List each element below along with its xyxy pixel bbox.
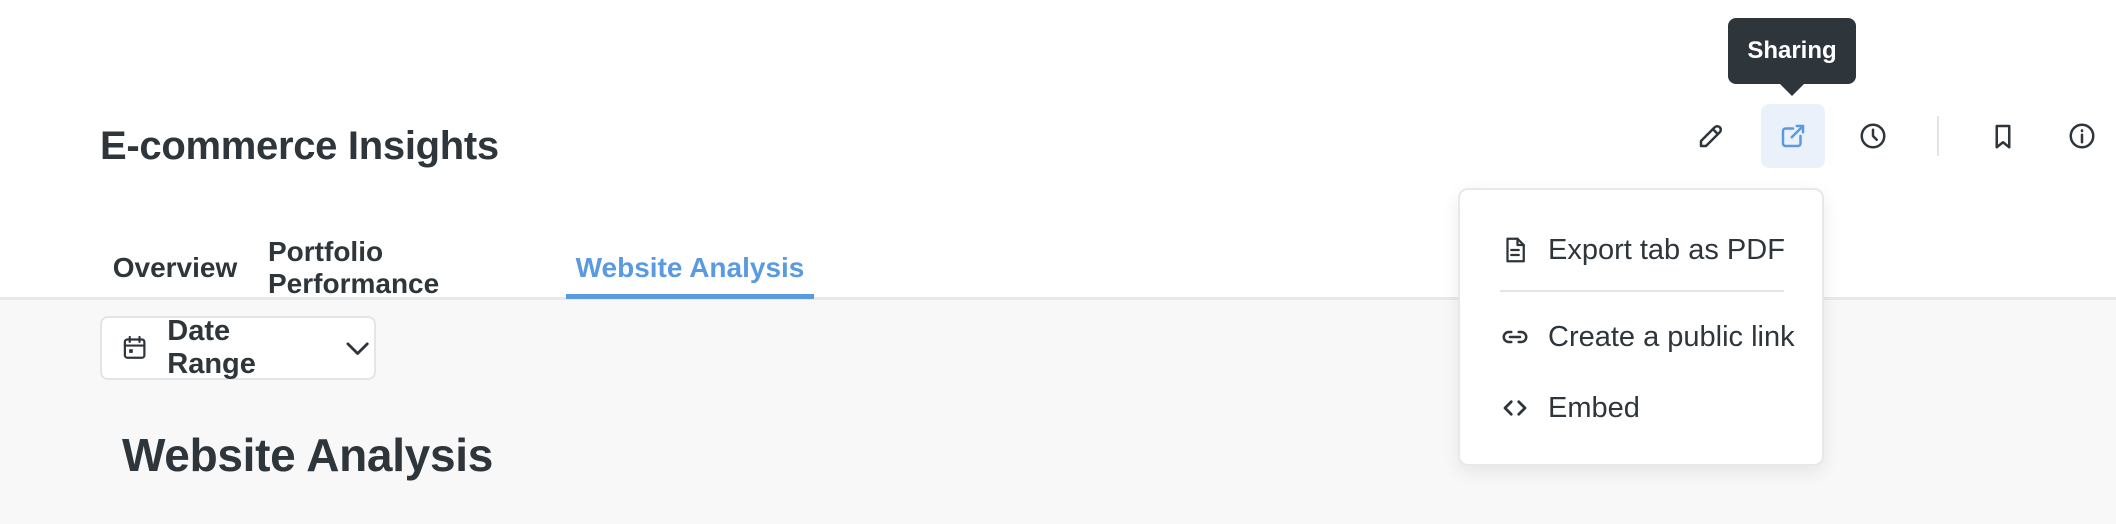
sharing-tooltip: Sharing [1728, 18, 1856, 84]
dashboard-title: E-commerce Insights [100, 124, 499, 168]
date-range-label: Date Range [167, 315, 256, 380]
share-icon [1781, 124, 1805, 148]
link-icon [1502, 330, 1528, 344]
section-title: Website Analysis [122, 429, 494, 481]
chevron-down-icon [346, 342, 369, 355]
share-button[interactable] [1761, 104, 1825, 168]
history-button[interactable] [1841, 104, 1905, 168]
export-pdf-label: Export tab as PDF [1548, 233, 1785, 266]
edit-button[interactable] [1679, 104, 1743, 168]
tab-portfolio-performance[interactable]: Portfolio Performance [268, 236, 552, 300]
public-link-label: Create a public link [1548, 320, 1795, 353]
tab-website-analysis[interactable]: Website Analysis [566, 236, 814, 300]
pencil-icon [1699, 124, 1723, 148]
code-icon [1503, 400, 1527, 416]
embed-label: Embed [1548, 391, 1640, 424]
document-icon [1506, 237, 1525, 263]
bookmark-icon [1995, 124, 2011, 149]
info-icon [2069, 123, 2095, 149]
date-range-filter[interactable]: Date Range [100, 315, 376, 380]
public-link-menu-item[interactable]: Create a public link [1500, 312, 1795, 362]
active-tab-indicator [566, 294, 814, 299]
menu-divider [1500, 290, 1784, 292]
tab-overview[interactable]: Overview [106, 236, 244, 300]
calendar-icon [123, 335, 146, 359]
bookmark-button[interactable] [1971, 104, 2035, 168]
export-pdf-menu-item[interactable]: Export tab as PDF [1500, 225, 1785, 275]
clock-icon [1860, 123, 1886, 149]
info-button[interactable] [2050, 104, 2114, 168]
toolbar-divider [1937, 116, 1939, 156]
embed-menu-item[interactable]: Embed [1500, 383, 1640, 433]
sharing-menu: Export tab as PDF Create a public link E… [1458, 188, 1824, 466]
tooltip-arrow [1780, 84, 1804, 96]
